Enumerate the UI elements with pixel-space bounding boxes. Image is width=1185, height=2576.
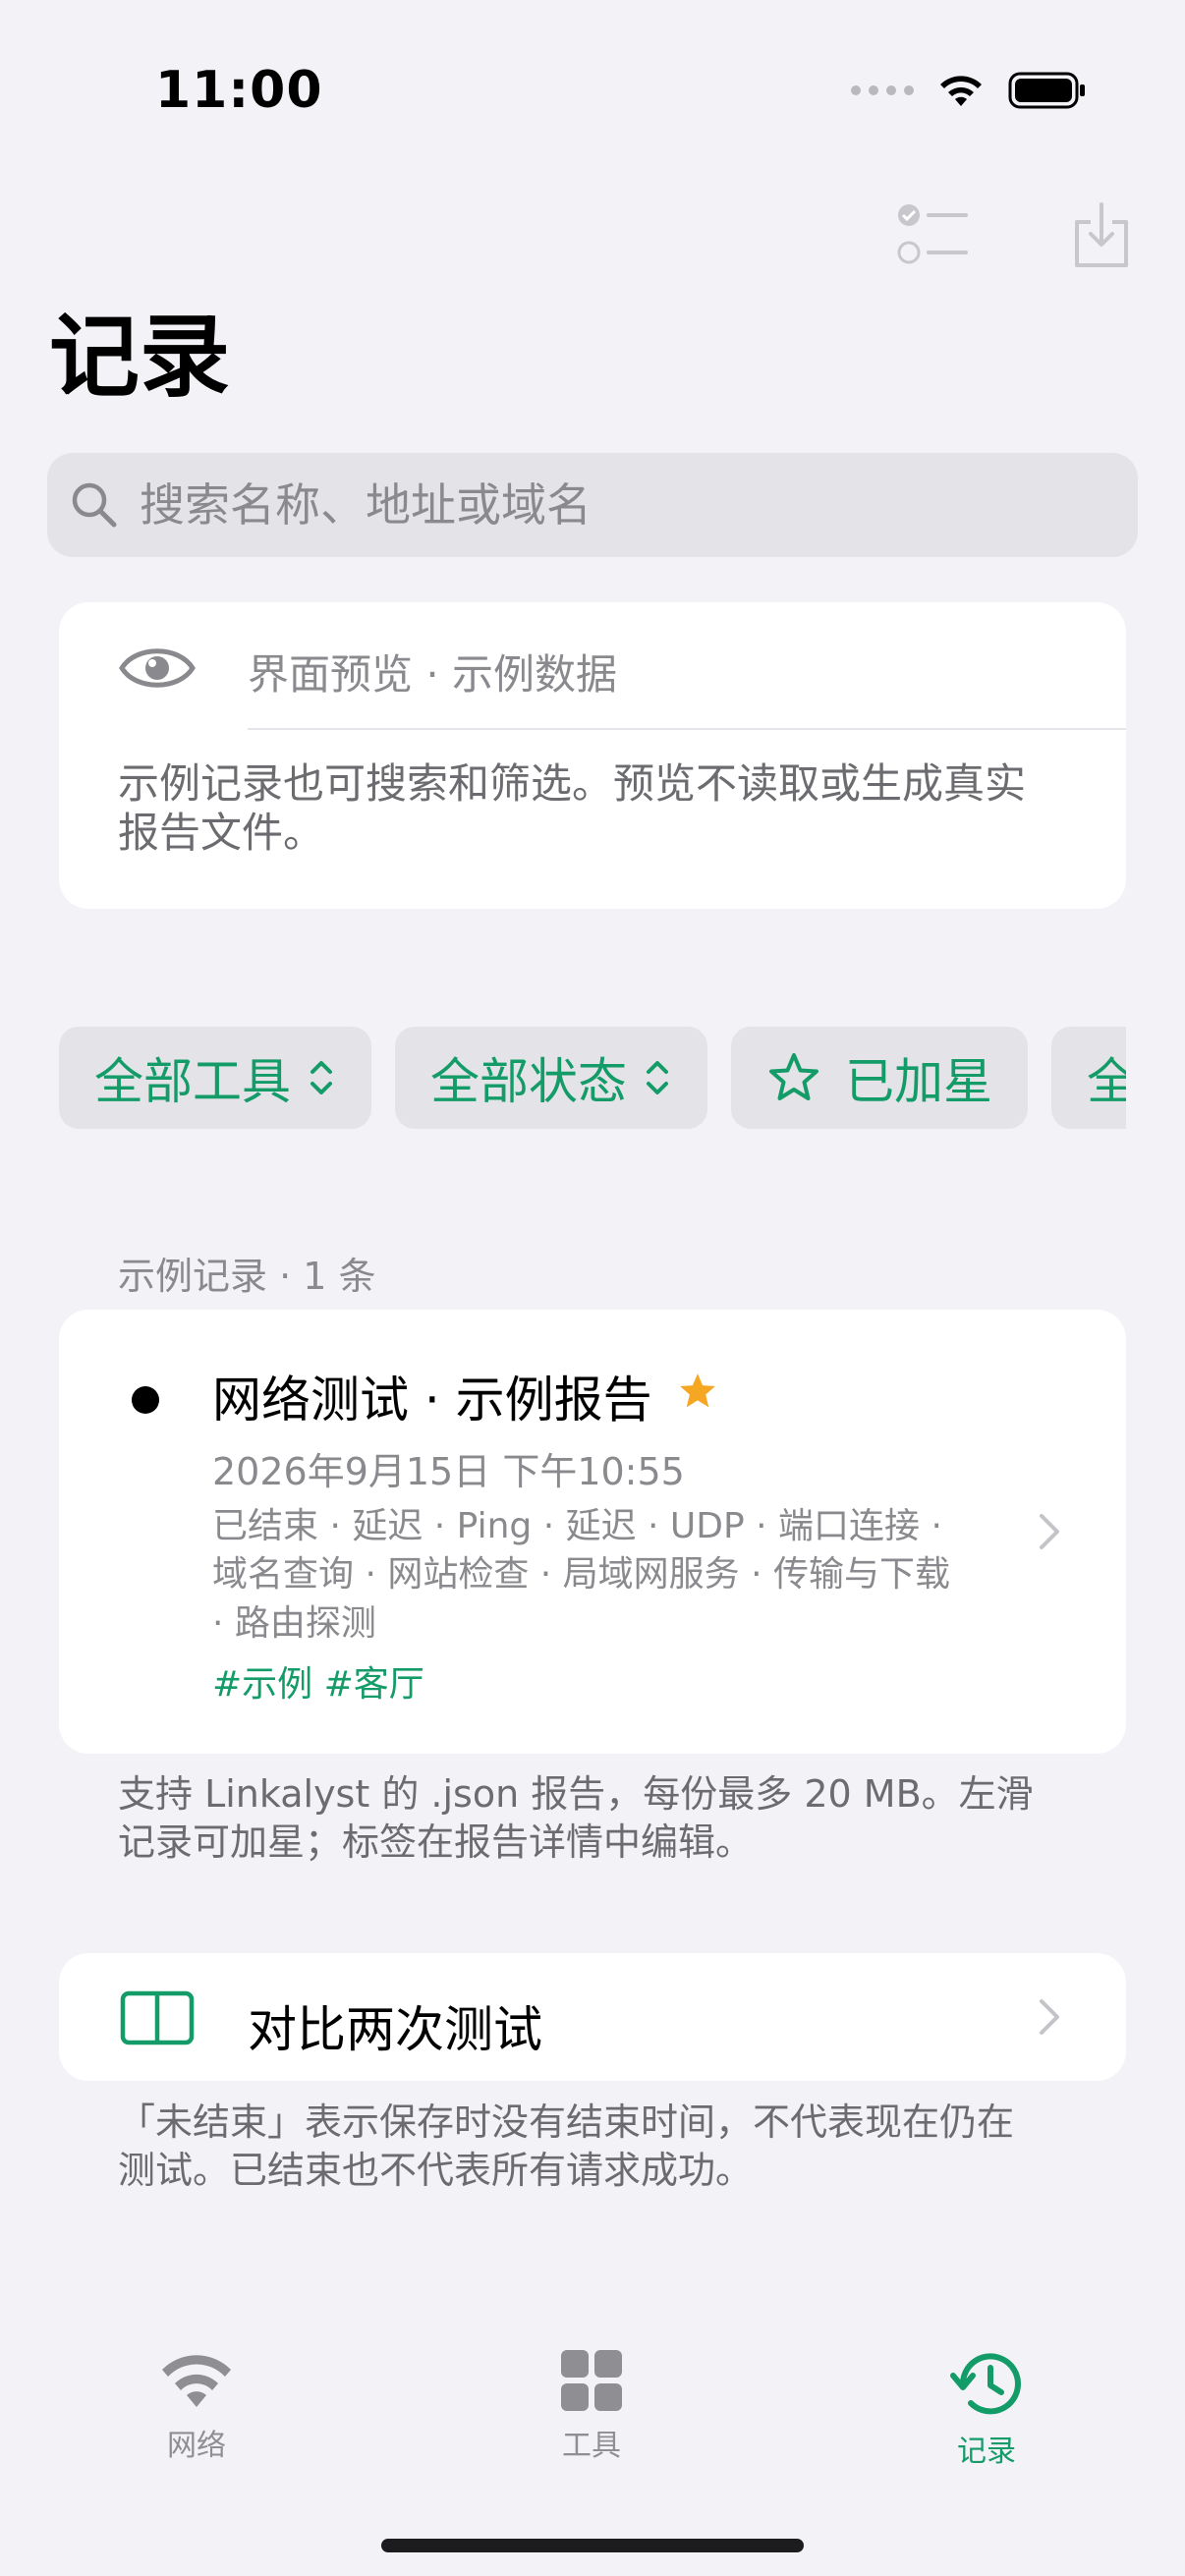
filter-starred[interactable]: 已加星 [731, 1027, 1028, 1129]
filter-label: 全部工具 [94, 1053, 291, 1110]
tab-tools[interactable]: 工具 [493, 2348, 690, 2464]
filter-label: 全部状态 [430, 1053, 627, 1110]
preview-title: 界面预览 · 示例数据 [248, 650, 618, 699]
filter-all-tools[interactable]: 全部工具 [59, 1027, 371, 1129]
divider [248, 728, 1126, 730]
status-icons [851, 71, 1087, 110]
signal-dots-icon [851, 85, 914, 95]
record-tools: 已结束 · 延迟 · Ping · 延迟 · UDP · 端口连接 · 域名查询… [212, 1502, 979, 1648]
star-filled-icon [680, 1373, 715, 1408]
tab-records[interactable]: 记录 [888, 2348, 1085, 2470]
footnote-line: 测试。已结束也不代表所有请求成功。 [118, 2149, 754, 2193]
search-icon [72, 482, 117, 528]
filter-more[interactable]: 全 [1051, 1027, 1126, 1129]
record-row[interactable]: 网络测试 · 示例报告 2026年9月15日 下午10:55 已结束 · 延迟 … [59, 1310, 1126, 1754]
grid-icon [561, 2350, 622, 2411]
status-note: 「未结束」表示保存时没有结束时间，不代表现在仍在 测试。已结束也不代表所有请求成… [118, 2099, 1081, 2196]
wifi-icon [162, 2355, 231, 2407]
tab-label: 网络 [167, 2429, 226, 2463]
tab-network[interactable]: 网络 [98, 2348, 295, 2464]
record-tags: #示例 #客厅 [212, 1664, 424, 1705]
tab-label: 工具 [562, 2429, 621, 2463]
eye-icon [119, 648, 196, 688]
filter-label: 已加星 [845, 1053, 992, 1110]
preview-description: 示例记录也可搜索和筛选。预览不读取或生成真实报告文件。 [118, 759, 1027, 858]
filter-chips: 全部工具 全部状态 已加星 全 [59, 1027, 1126, 1129]
record-title: 网络测试 · 示例报告 [212, 1372, 652, 1428]
section-header: 示例记录 · 1 条 [118, 1255, 376, 1298]
chevron-up-down-icon [647, 1061, 668, 1094]
chevron-up-down-icon [310, 1061, 332, 1094]
search-input[interactable] [138, 477, 1085, 532]
record-date: 2026年9月15日 下午10:55 [212, 1450, 685, 1493]
search-bar[interactable] [47, 453, 1138, 557]
import-button[interactable] [1057, 192, 1146, 280]
filter-all-status[interactable]: 全部状态 [395, 1027, 707, 1129]
compare-button[interactable]: 对比两次测试 [59, 1953, 1126, 2081]
compare-label: 对比两次测试 [248, 2001, 542, 2058]
wifi-status-icon [940, 76, 982, 106]
page-title: 记录 [49, 305, 231, 410]
checklist-icon [897, 204, 968, 264]
chevron-right-icon [1040, 1999, 1059, 2035]
history-icon [950, 2353, 1021, 2415]
tab-label: 记录 [957, 2435, 1016, 2469]
footnote-line: 「未结束」表示保存时没有结束时间，不代表现在仍在 [118, 2100, 1015, 2144]
star-outline-icon [769, 1053, 818, 1100]
split-view-icon [120, 1990, 195, 2045]
footnote-line: 记录可加星；标签在报告详情中编辑。 [118, 1820, 754, 1865]
preview-card: 界面预览 · 示例数据 示例记录也可搜索和筛选。预览不读取或生成真实报告文件。 [59, 602, 1126, 909]
select-records-button[interactable] [888, 192, 977, 280]
chevron-right-icon [1040, 1514, 1059, 1549]
record-tools-line: 域名查询 · 网站检查 · 局域网服务 · 传输与下载 [212, 1554, 950, 1596]
import-note: 支持 Linkalyst 的 .json 报告，每份最多 20 MB。左滑 记录… [118, 1770, 1081, 1868]
footnote-line: 支持 Linkalyst 的 .json 报告，每份最多 20 MB。左滑 [118, 1772, 1034, 1816]
filter-label: 全 [1087, 1053, 1126, 1110]
status-time: 11:00 [155, 61, 323, 120]
record-tools-line: 已结束 · 延迟 · Ping · 延迟 · UDP · 端口连接 · [212, 1506, 942, 1546]
home-indicator[interactable] [381, 2539, 804, 2552]
status-dot [132, 1386, 159, 1414]
record-tools-line: · 路由探测 [212, 1602, 376, 1644]
battery-icon [1008, 72, 1085, 109]
download-tray-icon [1075, 202, 1128, 267]
